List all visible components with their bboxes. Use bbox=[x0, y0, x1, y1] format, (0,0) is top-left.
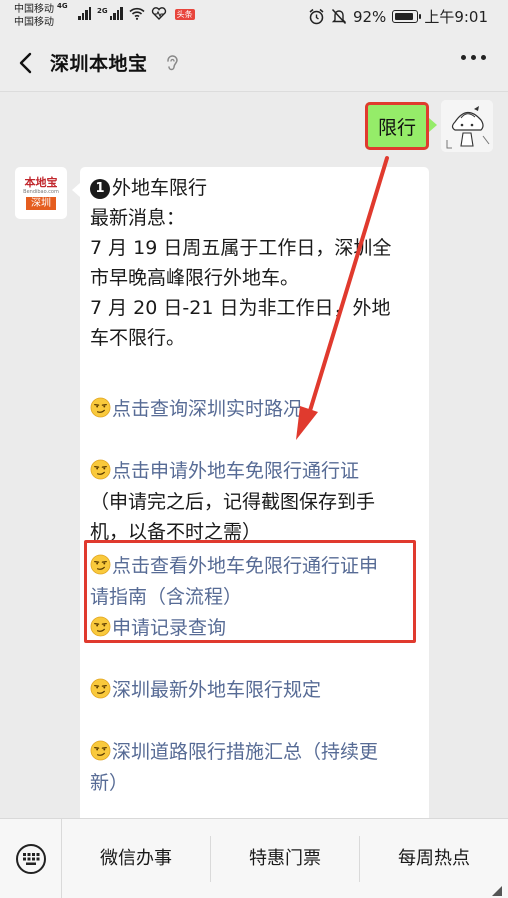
apply-note-line: （申请完之后，记得截图保存到手 bbox=[90, 491, 376, 513]
message-line: 7 月 19 日周五属于工作日，深圳全 bbox=[90, 237, 392, 259]
link-road-restrictions[interactable]: 深圳道路限行措施汇总（持续更 bbox=[90, 737, 378, 768]
more-options-icon[interactable] bbox=[461, 55, 486, 60]
news-app-badge: 头条 bbox=[174, 9, 195, 20]
message-line: 7 月 20 日-21 日为非工作日，外地 bbox=[90, 297, 391, 319]
menu-weekly-hot-label: 每周热点 bbox=[398, 847, 470, 869]
user-message-text: 限行 bbox=[377, 116, 416, 139]
back-arrow-icon[interactable] bbox=[14, 51, 38, 75]
clock: 上午9:01 bbox=[424, 8, 488, 26]
message-heading: 1 外地车限行 bbox=[90, 173, 207, 203]
mute-icon bbox=[331, 8, 347, 25]
bot-logo-main: 本地宝 bbox=[24, 175, 58, 189]
keyboard-icon bbox=[15, 843, 46, 874]
chat-title: 深圳本地宝 bbox=[50, 53, 148, 75]
nav-bar: 深圳本地宝 bbox=[0, 34, 508, 92]
smirk-emoji-icon bbox=[90, 616, 111, 637]
status-right: 92% 上午9:01 bbox=[308, 6, 488, 27]
bot-message-bubble[interactable]: 1 外地车限行 最新消息： 7 月 19 日周五属于工作日，深圳全 市早晚高峰限行… bbox=[72, 167, 429, 818]
alarm-icon bbox=[309, 8, 324, 25]
message-line: 最新消息： bbox=[90, 207, 186, 229]
bot-logo-city: 深圳 bbox=[26, 196, 56, 210]
smirk-emoji-icon bbox=[90, 459, 111, 480]
link-pass-guide[interactable]: 点击查看外地车免限行通行证申 bbox=[90, 551, 378, 582]
wifi-icon bbox=[129, 7, 145, 20]
user-message-bubble[interactable]: 限行 bbox=[365, 102, 437, 150]
signal-2-label: 2G bbox=[97, 7, 108, 15]
menu-discount-tickets[interactable]: 特惠门票 bbox=[211, 835, 360, 882]
bottom-menu: 微信办事 特惠门票 每周热点 bbox=[0, 818, 508, 898]
signal-indicators: 2G 头条 bbox=[78, 7, 195, 20]
heading-text: 外地车限行 bbox=[112, 177, 208, 199]
submenu-indicator-icon bbox=[492, 885, 502, 896]
heart-rate-icon bbox=[151, 7, 166, 20]
status-bar: 中国移动 4G 中国移动 2G 头条 92% 上午9:01 bbox=[0, 0, 508, 34]
smirk-emoji-icon bbox=[90, 397, 111, 418]
bot-logo-sub: Bendibao.com bbox=[23, 188, 59, 195]
user-avatar[interactable] bbox=[441, 100, 493, 152]
menu-weekly-hot[interactable]: 每周热点 bbox=[360, 836, 508, 896]
menu-wechat-services[interactable]: 微信办事 bbox=[62, 835, 211, 882]
signal-1-icon bbox=[78, 7, 91, 20]
smirk-emoji-icon bbox=[90, 678, 111, 699]
network-type: 4G bbox=[57, 2, 68, 10]
carrier-1-name: 中国移动 bbox=[14, 4, 54, 15]
cartoon-girl-icon bbox=[441, 100, 493, 152]
keyboard-toggle-button[interactable] bbox=[0, 818, 62, 898]
link-traffic-status[interactable]: 点击查询深圳实时路况 bbox=[90, 394, 302, 425]
apply-note-line: 机，以备不时之需） bbox=[90, 521, 262, 543]
signal-2-icon: 2G bbox=[97, 7, 123, 20]
chat-area[interactable]: 限行 本地宝 Bendibao.com 深圳 1 外地车限行 最新消息： 7 月 … bbox=[0, 92, 508, 818]
link-application-records[interactable]: 申请记录查询 bbox=[90, 613, 226, 644]
message-line: 市早晚高峰限行外地车。 bbox=[90, 267, 300, 289]
message-line: 车不限行。 bbox=[90, 327, 186, 349]
link-latest-rules[interactable]: 深圳最新外地车限行规定 bbox=[90, 675, 321, 706]
carrier-2-name: 中国移动 bbox=[14, 17, 54, 28]
number-badge-icon: 1 bbox=[90, 179, 110, 199]
link-road-restrictions-cont[interactable]: 新） bbox=[90, 768, 128, 799]
smirk-emoji-icon bbox=[90, 740, 111, 761]
link-pass-guide-cont[interactable]: 请指南（含流程） bbox=[90, 582, 242, 613]
battery-icon bbox=[392, 10, 422, 23]
earpiece-mode-icon bbox=[167, 55, 178, 71]
smirk-emoji-icon bbox=[90, 554, 111, 575]
carrier-info: 中国移动 4G 中国移动 bbox=[14, 2, 68, 29]
link-apply-pass[interactable]: 点击申请外地车免限行通行证 bbox=[90, 456, 359, 487]
battery-percent: 92% bbox=[352, 7, 387, 26]
bot-avatar[interactable]: 本地宝 Bendibao.com 深圳 bbox=[15, 167, 67, 219]
